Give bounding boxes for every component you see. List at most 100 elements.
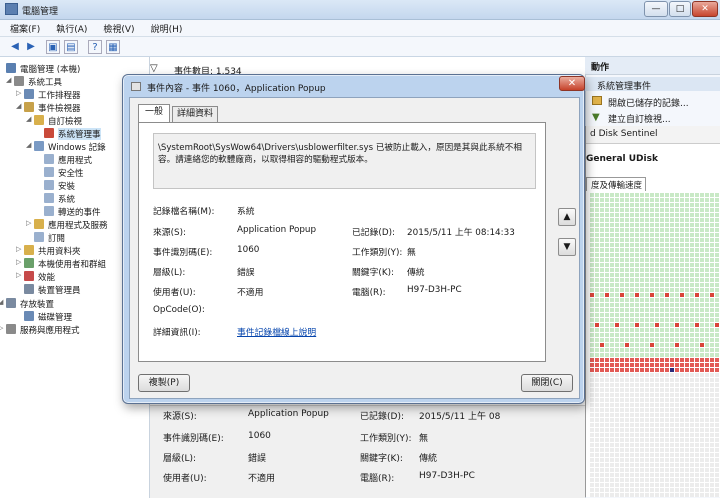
tree-expander-icon[interactable]: ◢ xyxy=(6,76,14,84)
disk-block xyxy=(600,273,604,277)
disk-block xyxy=(660,253,664,257)
action-create-custom-view[interactable]: 建立自訂檢視... xyxy=(608,112,671,125)
disk-block xyxy=(700,298,704,302)
disk-block xyxy=(635,423,639,427)
show-hide-tree-icon[interactable]: ▤ xyxy=(64,40,78,54)
back-arrow-icon[interactable]: ◀ xyxy=(8,40,22,54)
disk-block xyxy=(710,323,714,327)
disk-block xyxy=(680,318,684,322)
up-folder-icon[interactable]: ▣ xyxy=(46,40,60,54)
properties-icon[interactable]: ▦ xyxy=(106,40,120,54)
disk-block xyxy=(665,443,669,447)
disk-block xyxy=(660,223,664,227)
disk-block xyxy=(700,338,704,342)
dialog-close-button[interactable]: ✕ xyxy=(559,76,585,91)
disk-block xyxy=(710,443,714,447)
disk-block xyxy=(655,243,659,247)
menu-action[interactable]: 執行(A) xyxy=(46,20,93,35)
disk-block xyxy=(700,468,704,472)
disk-block xyxy=(630,338,634,342)
tab-details[interactable]: 詳細資料 xyxy=(172,106,218,122)
help-icon[interactable]: ? xyxy=(88,40,102,54)
disk-block xyxy=(680,393,684,397)
disk-block xyxy=(620,198,624,202)
disk-block xyxy=(685,398,689,402)
tree-expander-icon[interactable]: ▷ xyxy=(16,258,24,266)
disk-block xyxy=(690,218,694,222)
action-open-saved-log[interactable]: 開啟已儲存的記錄... xyxy=(608,96,689,109)
disk-block xyxy=(640,353,644,357)
computer-value: H97-D3H-PC xyxy=(407,285,462,295)
tree-expander-icon[interactable]: ◢ xyxy=(26,115,34,123)
actions-section[interactable]: 系統管理事件 xyxy=(585,77,720,92)
disk-block xyxy=(630,233,634,237)
disk-block xyxy=(620,403,624,407)
disk-block xyxy=(685,423,689,427)
tree-expander-icon[interactable]: ▷ xyxy=(16,245,24,253)
tree-expander-icon[interactable]: ◢ xyxy=(26,141,34,149)
tree-node-icon xyxy=(24,245,34,255)
disk-block xyxy=(615,293,619,297)
udisk-tab[interactable]: 度及傳輸速度 xyxy=(586,177,646,191)
maximize-button[interactable]: □ xyxy=(669,1,691,17)
disk-block xyxy=(685,368,689,372)
disk-block xyxy=(700,458,704,462)
disk-block xyxy=(675,288,679,292)
disk-block xyxy=(695,248,699,252)
forward-arrow-icon[interactable]: ▶ xyxy=(24,40,38,54)
tree-node-icon xyxy=(34,232,44,242)
disk-block xyxy=(675,213,679,217)
tree-expander-icon[interactable]: ▷ xyxy=(26,219,34,227)
menu-view[interactable]: 檢視(V) xyxy=(93,20,140,35)
disk-block xyxy=(670,398,674,402)
disk-block xyxy=(690,483,694,487)
menu-help[interactable]: 說明(H) xyxy=(141,20,189,35)
close-button[interactable]: ✕ xyxy=(692,1,718,17)
disk-block xyxy=(600,383,604,387)
tree-expander-icon[interactable]: ◢ xyxy=(16,102,24,110)
disk-block xyxy=(600,408,604,412)
disk-block xyxy=(595,443,599,447)
filter-icon[interactable]: ▽ xyxy=(150,63,162,74)
disk-block xyxy=(605,253,609,257)
disk-block xyxy=(665,238,669,242)
disk-block xyxy=(590,213,594,217)
disk-block xyxy=(680,278,684,282)
disk-block xyxy=(610,313,614,317)
previous-event-button[interactable]: ▲ xyxy=(558,208,576,226)
disk-block xyxy=(715,233,719,237)
copy-button[interactable]: 複製(P) xyxy=(138,374,190,392)
disk-block xyxy=(680,193,684,197)
disk-block xyxy=(615,198,619,202)
online-help-link[interactable]: 事件記錄檔線上說明 xyxy=(237,325,316,338)
disk-block xyxy=(710,253,714,257)
disk-block xyxy=(595,348,599,352)
disk-block xyxy=(595,253,599,257)
disk-block xyxy=(625,353,629,357)
dialog-close-action-button[interactable]: 關閉(C) xyxy=(521,374,573,392)
disk-block xyxy=(700,398,704,402)
disk-block xyxy=(665,473,669,477)
disk-block xyxy=(685,343,689,347)
disk-block xyxy=(680,308,684,312)
disk-block xyxy=(710,458,714,462)
disk-block xyxy=(635,373,639,377)
next-event-button[interactable]: ▼ xyxy=(558,238,576,256)
disk-block xyxy=(650,408,654,412)
disk-block xyxy=(640,203,644,207)
tree-expander-icon[interactable]: ▷ xyxy=(16,271,24,279)
disk-block xyxy=(705,353,709,357)
disk-block xyxy=(595,473,599,477)
disk-block xyxy=(650,458,654,462)
disk-block xyxy=(590,443,594,447)
disk-block xyxy=(630,373,634,377)
tab-general[interactable]: 一般 xyxy=(138,104,170,122)
bg-eventid-value: 1060 xyxy=(248,431,271,441)
tree-expander-icon[interactable]: ▷ xyxy=(16,89,24,97)
disk-block xyxy=(680,408,684,412)
menu-file[interactable]: 檔案(F) xyxy=(0,20,46,35)
minimize-button[interactable]: — xyxy=(644,1,668,17)
disk-block xyxy=(655,368,659,372)
disk-block xyxy=(690,373,694,377)
disk-block xyxy=(670,238,674,242)
